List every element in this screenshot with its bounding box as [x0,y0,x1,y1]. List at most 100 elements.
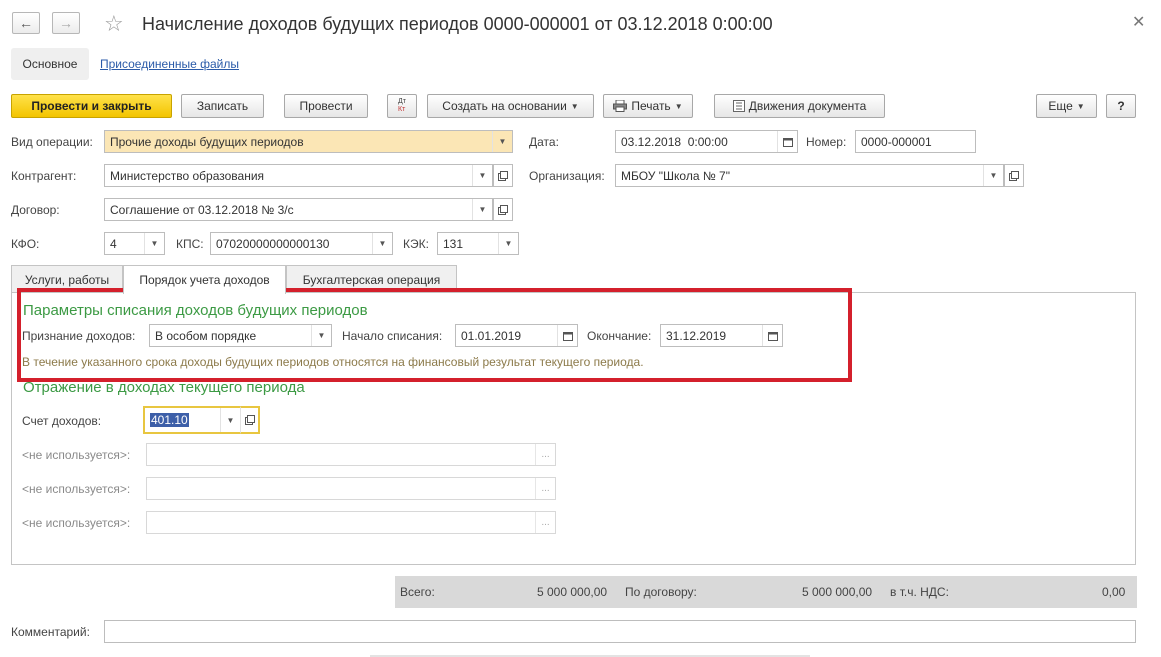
income-account-open-button[interactable] [240,406,260,434]
kek-value: 131 [443,236,464,251]
calendar-icon[interactable] [762,325,782,346]
calendar-icon[interactable] [777,131,797,152]
calendar-icon[interactable] [557,325,577,346]
post-and-close-button[interactable]: Провести и закрыть [11,94,172,118]
ellipsis-icon: ... [535,444,555,465]
chevron-down-icon[interactable]: ▼ [492,131,512,152]
operation-type-label: Вид операции: [11,135,93,149]
date-field[interactable]: 03.12.2018 0:00:00 [615,130,798,153]
arrow-right-icon: → [59,15,73,31]
writeoff-hint: В течение указанного срока доходы будущи… [22,355,644,369]
contract-select[interactable]: Соглашение от 03.12.2018 № 3/с ▼ [104,198,493,221]
organization-label: Организация: [529,169,605,183]
organization-select[interactable]: МБОУ "Школа № 7" ▼ [615,164,1004,187]
tab-accounting-operation[interactable]: Бухгалтерская операция [286,265,457,293]
unused-label-3: <не используется>: [22,516,131,530]
help-button[interactable]: ? [1106,94,1136,118]
kfo-select[interactable]: 4 ▼ [104,232,165,255]
start-date-field[interactable]: 01.01.2019 [455,324,578,347]
start-date-value: 01.01.2019 [461,328,522,343]
chevron-down-icon[interactable]: ▼ [983,165,1003,186]
contract-label: Договор: [11,203,60,217]
unused-field-2: ... [146,477,556,500]
chevron-down-icon: ▼ [570,101,579,111]
window-title: Начисление доходов будущих периодов 0000… [142,14,773,34]
end-date-value: 31.12.2019 [666,328,727,343]
contract-value: Соглашение от 03.12.2018 № 3/с [110,202,294,217]
income-account-select[interactable]: 401.10 ▼ [143,406,242,434]
counterparty-value: Министерство образования [110,168,265,183]
end-date-field[interactable]: 31.12.2019 [660,324,783,347]
contract-total-label: По договору: [625,585,697,599]
create-based-on-label: Создать на основании [442,99,567,113]
print-button[interactable]: Печать ▼ [603,94,693,118]
save-button[interactable]: Записать [181,94,264,118]
arrow-left-icon: ← [19,15,33,31]
chevron-down-icon[interactable]: ▼ [144,233,164,254]
recognition-select[interactable]: В особом порядке ▼ [149,324,332,347]
chevron-down-icon[interactable]: ▼ [498,233,518,254]
create-based-on-button[interactable]: Создать на основании ▼ [427,94,594,118]
unused-label-1: <не используется>: [22,448,131,462]
recognition-value: В особом порядке [155,328,257,343]
chevron-down-icon[interactable]: ▼ [372,233,392,254]
ellipsis-icon: ... [535,478,555,499]
forward-button[interactable]: → [52,12,80,34]
organization-value: МБОУ "Школа № 7" [621,168,730,183]
document-movements-button[interactable]: Движения документа [714,94,885,118]
income-account-value: 401.10 [150,413,189,427]
contract-open-button[interactable] [493,198,513,221]
unused-field-1: ... [146,443,556,466]
document-movements-icon [732,100,745,112]
totals-bar: Всего: 5 000 000,00 По договору: 5 000 0… [395,576,1137,608]
nav-tab-files[interactable]: Присоединенные файлы [100,57,239,71]
date-label: Дата: [529,135,559,149]
organization-open-button[interactable] [1004,164,1024,187]
current-income-section-title: Отражение в доходах текущего периода [23,379,305,396]
open-link-icon [1009,170,1019,181]
close-icon[interactable]: ✕ [1132,12,1145,32]
chevron-down-icon: ▼ [1076,101,1085,111]
unused-field-3: ... [146,511,556,534]
operation-type-select[interactable]: Прочие доходы будущих периодов ▼ [104,130,513,153]
tab-services[interactable]: Услуги, работы [11,265,123,293]
date-value: 03.12.2018 0:00:00 [621,134,728,149]
document-movements-label: Движения документа [748,99,867,113]
chevron-down-icon[interactable]: ▼ [472,165,492,186]
kfo-label: КФО: [11,237,40,251]
kt-label: Кт [398,106,406,113]
number-label: Номер: [806,135,847,149]
open-link-icon [244,415,255,425]
operation-type-value: Прочие доходы будущих периодов [110,134,304,149]
post-button[interactable]: Провести [284,94,368,118]
kps-select[interactable]: 07020000000000130 ▼ [210,232,393,255]
back-button[interactable]: ← [12,12,40,34]
dt-kt-icon: Дт Кт [398,98,406,114]
kek-select[interactable]: 131 ▼ [437,232,519,255]
more-label: Еще [1048,99,1073,113]
number-field[interactable]: 0000-000001 [855,130,976,153]
favorite-star-icon[interactable]: ☆ [104,11,124,37]
chevron-down-icon: ▼ [674,101,683,111]
kfo-value: 4 [110,236,117,251]
start-date-label: Начало списания: [342,329,443,343]
chevron-down-icon[interactable]: ▼ [472,199,492,220]
more-button[interactable]: Еще ▼ [1036,94,1097,118]
counterparty-open-button[interactable] [493,164,513,187]
comment-input[interactable] [104,620,1136,643]
dt-kt-button[interactable]: Дт Кт [387,94,417,118]
dt-label: Дт [398,98,406,105]
chevron-down-icon[interactable]: ▼ [311,325,331,346]
recognition-label: Признание доходов: [22,329,136,343]
tab-income-accounting[interactable]: Порядок учета доходов [123,265,286,294]
chevron-down-icon[interactable]: ▼ [220,408,240,432]
counterparty-label: Контрагент: [11,169,77,183]
open-link-icon [498,204,508,215]
counterparty-select[interactable]: Министерство образования ▼ [104,164,493,187]
ellipsis-icon: ... [535,512,555,533]
printer-icon [613,100,628,112]
vat-value: 0,00 [1102,585,1126,599]
kps-value: 07020000000000130 [216,236,330,251]
nav-tab-main[interactable]: Основное [11,48,89,80]
nav-tab-main-label: Основное [22,57,78,71]
